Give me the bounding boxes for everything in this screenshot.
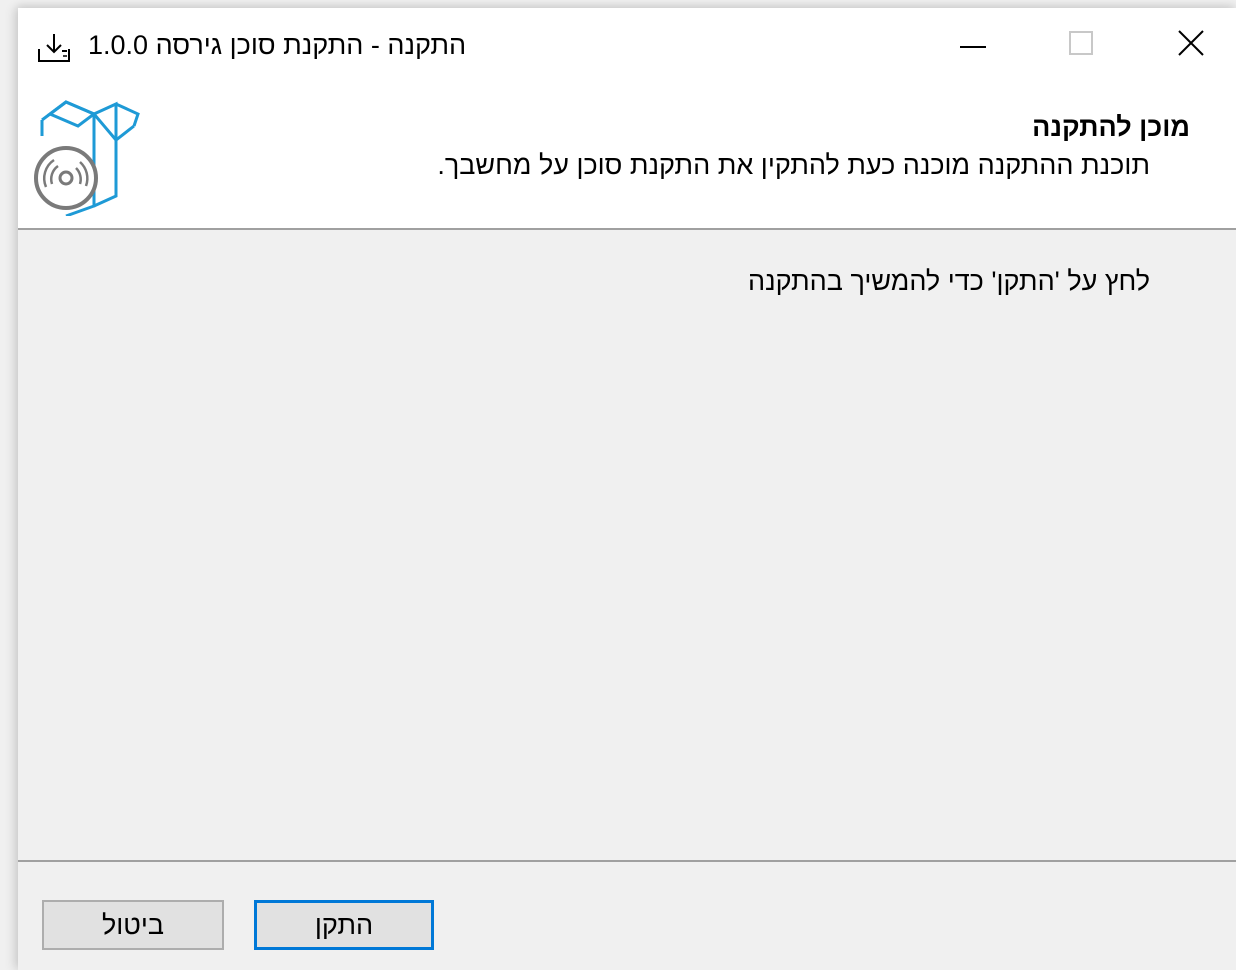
minimize-icon: [960, 36, 986, 54]
installer-window: התקנה - התקנת סוכן גירסה 1.0.0 מוכן להתק…: [18, 8, 1236, 970]
maximize-button[interactable]: [1036, 8, 1126, 82]
installer-box-icon: [32, 96, 150, 218]
setup-download-icon: [36, 32, 76, 64]
close-button[interactable]: [1146, 8, 1236, 82]
close-icon: [1178, 29, 1204, 61]
cancel-button[interactable]: ביטול: [42, 900, 224, 950]
install-button[interactable]: התקן: [254, 900, 434, 950]
page-subtitle: תוכנת ההתקנה מוכנה כעת להתקין את התקנת ס…: [437, 150, 1150, 180]
wizard-header: מוכן להתקנה תוכנת ההתקנה מוכנה כעת להתקי…: [18, 82, 1236, 230]
minimize-button[interactable]: [928, 8, 1018, 82]
page-title: מוכן להתקנה: [1032, 112, 1190, 142]
maximize-icon: [1069, 30, 1093, 60]
instruction-text: לחץ על 'התקן' כדי להמשיך בהתקנה: [748, 266, 1150, 296]
footer-divider: [18, 860, 1236, 862]
title-bar[interactable]: התקנה - התקנת סוכן גירסה 1.0.0: [18, 8, 1236, 82]
window-title: התקנה - התקנת סוכן גירסה 1.0.0: [88, 30, 467, 60]
